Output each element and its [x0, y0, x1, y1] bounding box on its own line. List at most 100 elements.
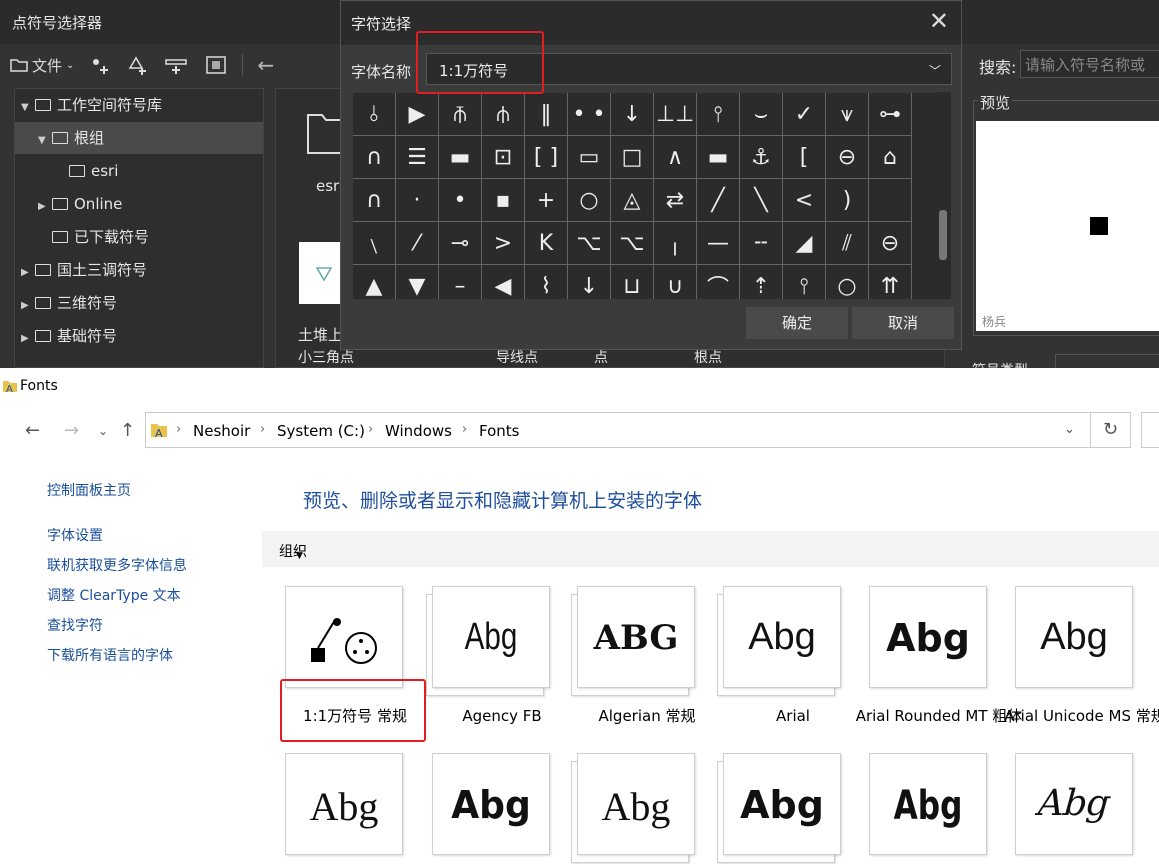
tree-caret-icon[interactable]: ▶ — [38, 191, 52, 223]
ok-button[interactable]: 确定 — [746, 307, 848, 339]
search-input[interactable] — [1141, 412, 1159, 448]
glyph-cell[interactable]: ⊖ — [869, 222, 912, 265]
glyph-cell[interactable]: ⫽ — [826, 222, 869, 265]
glyph-cell[interactable]: ╱ — [697, 179, 740, 222]
glyph-cell[interactable]: ⌥ — [568, 222, 611, 265]
glyph-cell[interactable]: ⫚ — [439, 93, 482, 136]
glyph-cell[interactable]: ⇡ — [740, 265, 783, 299]
glyph-cell[interactable]: < — [783, 179, 826, 222]
tree-item[interactable]: ▼ 根组 — [15, 122, 263, 154]
glyph-cell[interactable]: K — [525, 222, 568, 265]
glyph-cell[interactable]: ╲ — [740, 179, 783, 222]
glyph-cell[interactable]: ∩ — [353, 136, 396, 179]
sidebar-link-online-fonts[interactable]: 联机获取更多字体信息 — [47, 555, 187, 575]
chevron-down-icon[interactable]: ⌄ — [1064, 422, 1075, 437]
glyph-scrollbar[interactable] — [936, 92, 950, 298]
glyph-cell[interactable]: ⩛ — [826, 93, 869, 136]
glyph-cell[interactable]: ▬ — [697, 136, 740, 179]
glyph-cell[interactable]: ◬ — [611, 179, 654, 222]
glyph-cell[interactable]: ⊸ — [439, 222, 482, 265]
glyph-cell[interactable]: ∪ — [654, 265, 697, 299]
glyph-cell[interactable]: ⫯ — [783, 265, 826, 299]
glyph-cell[interactable]: ⊥⊥ — [654, 93, 697, 136]
glyph-cell[interactable]: ▪ — [482, 179, 525, 222]
glyph-cell[interactable]: ☰ — [396, 136, 439, 179]
glyph-cell[interactable]: ▶ — [396, 93, 439, 136]
tree-caret-icon[interactable]: ▶ — [21, 323, 35, 355]
tree-item[interactable]: ▶ 国土三调符号 — [15, 254, 263, 286]
glyph-cell[interactable] — [869, 179, 912, 222]
glyph-cell[interactable]: ◢ — [783, 222, 826, 265]
sidebar-link-find-character[interactable]: 查找字符 — [47, 615, 103, 635]
search-input[interactable]: 请输入符号名称或 — [1020, 50, 1159, 78]
glyph-cell[interactable]: > — [482, 222, 525, 265]
glyph-cell[interactable]: ⊔ — [611, 265, 654, 299]
glyph-cell[interactable]: ▬ — [439, 136, 482, 179]
add-line-icon[interactable] — [164, 54, 190, 76]
tree-caret-icon[interactable]: ▼ — [21, 92, 35, 124]
add-point-icon[interactable] — [88, 54, 112, 76]
breadcrumb-item[interactable]: Windows — [385, 422, 452, 440]
glyph-cell[interactable]: ∩ — [353, 179, 396, 222]
glyph-cell[interactable]: ✓ — [783, 93, 826, 136]
scrollbar-thumb[interactable] — [939, 210, 947, 260]
organize-button[interactable]: 组织 ▼ — [279, 541, 307, 561]
tree-item[interactable]: esri — [15, 155, 263, 187]
sidebar-link-font-settings[interactable]: 字体设置 — [47, 525, 103, 545]
glyph-cell[interactable]: ⊖ — [826, 136, 869, 179]
breadcrumb-item[interactable]: Fonts — [479, 422, 519, 440]
add-symbol-icon[interactable] — [126, 54, 150, 76]
glyph-cell[interactable]: ⇈ — [869, 265, 912, 299]
glyph-cell[interactable]: ⫯ — [697, 93, 740, 136]
sidebar-link-cleartype[interactable]: 调整 ClearType 文本 — [47, 585, 181, 605]
cancel-button[interactable]: 取消 — [852, 307, 954, 339]
glyph-cell[interactable]: ⊡ — [482, 136, 525, 179]
tree-item[interactable]: ▶ Online — [15, 188, 263, 220]
glyph-cell[interactable]: · — [396, 179, 439, 222]
sidebar-link-download-fonts[interactable]: 下载所有语言的字体 — [47, 645, 173, 665]
glyph-cell[interactable]: □ — [611, 136, 654, 179]
glyph-cell[interactable]: ○ — [826, 265, 869, 299]
glyph-cell[interactable]: ◀ — [482, 265, 525, 299]
glyph-cell[interactable]: ╷ — [654, 222, 697, 265]
breadcrumb-item[interactable]: System (C:) — [277, 422, 365, 440]
refresh-icon[interactable]: ↻ — [1091, 412, 1131, 448]
close-icon[interactable]: ✕ — [929, 7, 949, 35]
glyph-cell[interactable]: ⊶ — [869, 93, 912, 136]
glyph-cell[interactable]: ⇄ — [654, 179, 697, 222]
glyph-cell[interactable]: ⌒ — [697, 265, 740, 299]
up-arrow-icon[interactable]: ↑ — [120, 420, 135, 441]
sidebar-link-control-panel[interactable]: 控制面板主页 — [47, 480, 131, 500]
glyph-cell[interactable]: ⫛ — [482, 93, 525, 136]
tree-caret-icon[interactable]: ▶ — [21, 290, 35, 322]
glyph-cell[interactable]: ⁄ — [396, 222, 439, 265]
glyph-cell[interactable]: ∧ — [654, 136, 697, 179]
glyph-cell[interactable]: ╌ — [740, 222, 783, 265]
glyph-cell[interactable]: ▭ — [568, 136, 611, 179]
glyph-cell[interactable]: ‖ — [525, 93, 568, 136]
glyph-cell[interactable]: ⚓ — [740, 136, 783, 179]
glyph-cell[interactable]: ⌂ — [869, 136, 912, 179]
glyph-cell[interactable]: • — [439, 179, 482, 222]
forward-arrow-icon[interactable]: → — [64, 420, 79, 441]
back-arrow-icon[interactable]: ← — [25, 420, 40, 441]
glyph-cell[interactable]: — — [697, 222, 740, 265]
tree-caret-icon[interactable]: ▶ — [21, 257, 35, 289]
glyph-cell[interactable]: – — [439, 265, 482, 299]
tree-item[interactable]: 已下载符号 — [15, 221, 263, 253]
glyph-cell[interactable]: ⫰ — [353, 93, 396, 136]
glyph-cell[interactable]: ↓ — [611, 93, 654, 136]
glyph-cell[interactable]: ) — [826, 179, 869, 222]
glyph-cell[interactable]: [ ] — [525, 136, 568, 179]
glyph-cell[interactable]: ↓ — [568, 265, 611, 299]
glyph-cell[interactable]: ﹨ — [353, 222, 396, 265]
glyph-cell[interactable]: ▲ — [353, 265, 396, 299]
glyph-cell[interactable]: ▼ — [396, 265, 439, 299]
frame-icon[interactable] — [204, 54, 228, 76]
breadcrumb-item[interactable]: Neshoir — [193, 422, 250, 440]
tree-item[interactable]: ▼ 工作空间符号库 — [15, 89, 263, 121]
tree-caret-icon[interactable]: ▼ — [38, 125, 52, 157]
glyph-cell[interactable]: ⌥ — [611, 222, 654, 265]
glyph-cell[interactable]: ⌇ — [525, 265, 568, 299]
chevron-down-icon[interactable]: ⌄ — [98, 424, 108, 438]
